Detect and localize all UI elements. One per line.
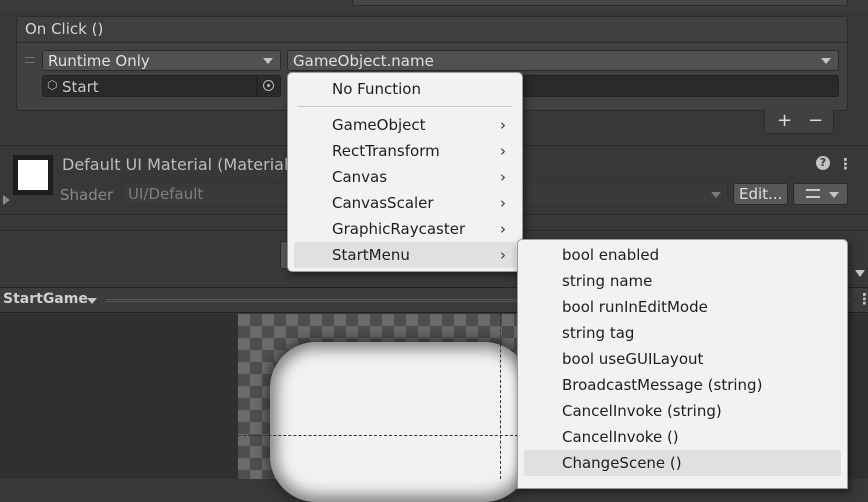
submenu-item-bool-runineditmode[interactable]: bool runInEditMode xyxy=(524,294,841,320)
submenu-item-label: string tag xyxy=(562,324,635,342)
function-dropdown-label: GameObject.name xyxy=(293,52,434,70)
menu-item-label: StartMenu xyxy=(332,246,410,264)
menu-item-label: GraphicRaycaster xyxy=(332,220,466,238)
menu-item-label: GameObject xyxy=(332,116,426,134)
kebab-menu-icon[interactable]: ⋮ xyxy=(857,290,868,308)
shader-value: UI/Default xyxy=(128,185,204,203)
scroll-down-arrow-icon[interactable] xyxy=(855,270,865,277)
list-icon xyxy=(806,189,820,198)
chevron-right-icon: › xyxy=(500,168,506,186)
menu-item-label: No Function xyxy=(332,80,421,98)
argument-field[interactable] xyxy=(516,75,839,97)
shader-label: Shader xyxy=(60,186,114,204)
shader-options-button[interactable] xyxy=(793,183,848,205)
chevron-right-icon: › xyxy=(500,246,506,264)
rounded-button-sprite xyxy=(270,342,530,502)
startmenu-submenu: bool enabled string name bool runInEditM… xyxy=(517,239,848,489)
chevron-right-icon: › xyxy=(500,142,506,160)
menu-separator xyxy=(298,106,512,107)
submenu-item-label: CancelInvoke () xyxy=(562,428,679,446)
gameobject-dropdown[interactable]: StartGame xyxy=(3,291,88,307)
edit-shader-label: Edit... xyxy=(739,185,783,203)
chevron-right-icon: › xyxy=(500,220,506,238)
function-menu: No Function GameObject › RectTransform ›… xyxy=(287,72,523,272)
reorder-handle-icon[interactable] xyxy=(25,57,35,63)
submenu-item-label: string name xyxy=(562,272,653,290)
menu-item-no-function[interactable]: No Function xyxy=(294,76,516,102)
object-field[interactable]: ⬡ Start xyxy=(42,75,281,97)
guide-line-horizontal xyxy=(238,435,518,436)
help-icon[interactable]: ? xyxy=(816,156,830,170)
submenu-item-label: ChangeScene () xyxy=(562,454,682,472)
object-field-value: Start xyxy=(62,78,99,96)
menu-item-gameobject[interactable]: GameObject › xyxy=(294,112,516,138)
submenu-item-cancelinvoke[interactable]: CancelInvoke () xyxy=(524,424,841,450)
material-preview-thumbnail[interactable] xyxy=(13,155,53,195)
object-picker-icon[interactable] xyxy=(256,76,280,96)
chevron-down-icon xyxy=(829,192,839,198)
function-dropdown[interactable]: GameObject.name xyxy=(287,50,839,71)
chevron-down-icon xyxy=(263,58,273,64)
menu-item-label: Canvas xyxy=(332,168,388,186)
submenu-item-label: BroadcastMessage (string) xyxy=(562,376,763,394)
menu-item-canvasscaler[interactable]: CanvasScaler › xyxy=(294,190,516,216)
submenu-item-bool-useguilayout[interactable]: bool useGUILayout xyxy=(524,346,841,372)
submenu-item-bool-enabled[interactable]: bool enabled xyxy=(524,242,841,268)
chevron-down-icon xyxy=(821,58,831,64)
submenu-item-changescene[interactable]: ChangeScene () xyxy=(524,450,841,476)
submenu-item-label: bool enabled xyxy=(562,246,660,264)
add-button[interactable]: + xyxy=(777,110,792,131)
chevron-right-icon: › xyxy=(500,194,506,212)
submenu-item-cancelinvoke-string[interactable]: CancelInvoke (string) xyxy=(524,398,841,424)
onclick-title: On Click () xyxy=(25,20,104,38)
menu-item-label: CanvasScaler xyxy=(332,194,434,212)
menu-item-graphicraycaster[interactable]: GraphicRaycaster › xyxy=(294,216,516,242)
cube-icon: ⬡ xyxy=(47,78,58,92)
foldout-arrow-icon[interactable] xyxy=(3,195,10,205)
submenu-item-string-name[interactable]: string name xyxy=(524,268,841,294)
submenu-item-string-tag[interactable]: string tag xyxy=(524,320,841,346)
onclick-event-header: On Click () xyxy=(16,16,848,43)
remove-button[interactable]: − xyxy=(808,110,823,131)
runtime-dropdown-label: Runtime Only xyxy=(48,52,150,70)
menu-item-recttransform[interactable]: RectTransform › xyxy=(294,138,516,164)
menu-item-canvas[interactable]: Canvas › xyxy=(294,164,516,190)
submenu-item-label: bool runInEditMode xyxy=(562,298,708,316)
chevron-right-icon: › xyxy=(500,116,506,134)
runtime-dropdown[interactable]: Runtime Only xyxy=(42,50,281,71)
edit-shader-button[interactable]: Edit... xyxy=(733,183,788,205)
previous-component-box xyxy=(352,0,848,6)
submenu-item-label: CancelInvoke (string) xyxy=(562,402,722,420)
submenu-item-broadcastmessage[interactable]: BroadcastMessage (string) xyxy=(524,372,841,398)
material-title: Default UI Material (Material) xyxy=(62,155,295,174)
chevron-down-icon xyxy=(711,192,721,198)
menu-item-label: RectTransform xyxy=(332,142,440,160)
chevron-down-icon xyxy=(87,298,97,304)
add-remove-group: + − xyxy=(764,110,834,134)
kebab-menu-icon[interactable]: ⋮ xyxy=(838,155,853,173)
menu-item-startmenu[interactable]: StartMenu › xyxy=(294,242,516,268)
submenu-item-label: bool useGUILayout xyxy=(562,350,704,368)
guide-line-vertical xyxy=(500,314,501,479)
